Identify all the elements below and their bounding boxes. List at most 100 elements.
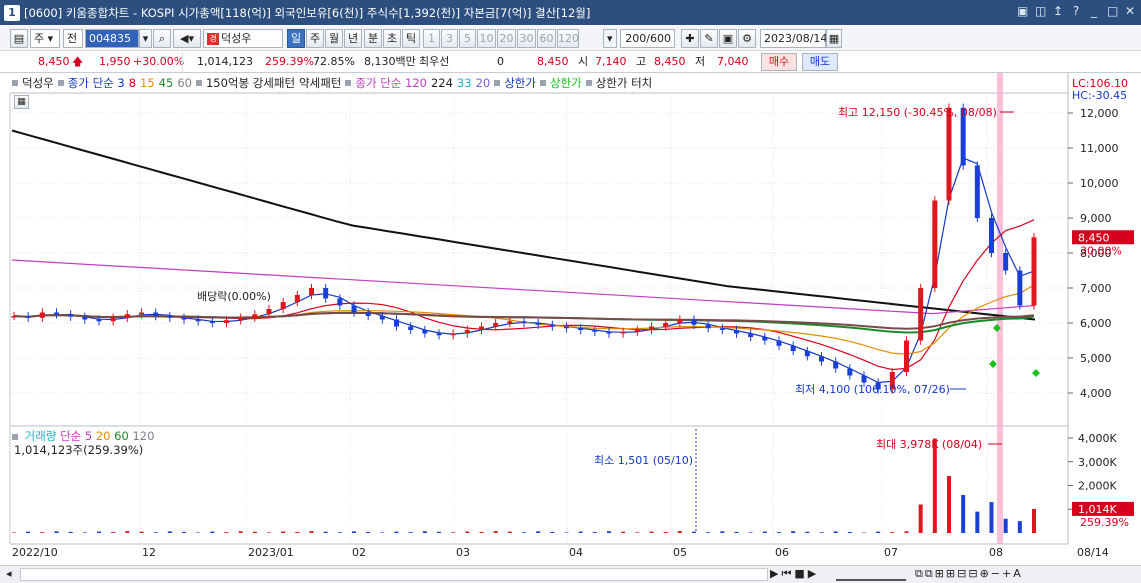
volume-bar [578, 531, 583, 533]
grid-toggle-icon[interactable]: ▦ [14, 95, 29, 109]
price-tick-label: 10,000 [1080, 177, 1119, 190]
interval-60-button[interactable]: 60 [537, 29, 556, 48]
legend-stock[interactable]: 덕성우 [22, 75, 54, 91]
legend-ma120[interactable]: 종가 단순 120 [355, 75, 427, 91]
volume-bar [748, 532, 753, 533]
chart-menu-icon[interactable]: ▤ [10, 29, 28, 48]
calendar-icon[interactable]: ▦ [826, 29, 842, 48]
legend-upper-limit[interactable]: 상한가 [504, 75, 536, 91]
period-minute-button[interactable]: 분 [364, 29, 382, 48]
volume-bar [352, 531, 356, 533]
link-icon[interactable]: ▣ [1017, 4, 1028, 18]
gear-icon[interactable]: ⚙ [738, 29, 756, 48]
market-type-value: 주 [34, 32, 45, 45]
volume-bar [592, 532, 597, 533]
data-count-field[interactable]: 200/600 [620, 29, 675, 48]
scroll-bar[interactable]: ◂ ▶⏮■▶ ⧉⧉⊞⊞⊟⊟⊕−+A [0, 565, 1141, 583]
period-week-button[interactable]: 주 [306, 29, 324, 48]
interval-5-button[interactable]: 5 [459, 29, 476, 48]
interval-20-button[interactable]: 20 [497, 29, 516, 48]
legend-150[interactable]: 150억봉 강세패턴 [206, 75, 295, 91]
legend-ma-8[interactable]: 8 [129, 76, 136, 90]
scroll-track[interactable] [20, 568, 768, 581]
volume-bar [847, 531, 852, 533]
search-icon[interactable]: ⌕ [153, 29, 171, 48]
interval-3-button[interactable]: 3 [441, 29, 458, 48]
legend-marker [57, 80, 64, 86]
sound-icon[interactable]: ◀▾ [173, 29, 201, 48]
tile-icon[interactable]: ◫ [1035, 4, 1046, 18]
legend-upper-limit-2[interactable]: 상한가 [550, 75, 582, 91]
price-tick-label: 6,000 [1080, 317, 1112, 330]
up-arrow-icon: 🡅 [72, 55, 84, 68]
interval-30-button[interactable]: 30 [517, 29, 536, 48]
maximize-icon[interactable]: □ [1107, 4, 1118, 18]
volume-bar [918, 504, 923, 533]
legend-ma[interactable]: 종가 단순 3 [68, 75, 125, 91]
stock-code-input[interactable]: 004835 [85, 29, 139, 48]
volume-ma-label[interactable]: 단순 5 [60, 429, 92, 443]
chart-canvas[interactable]: 12,00011,00010,0009,0008,0007,0006,0005,… [0, 73, 1141, 565]
candle-body [634, 330, 640, 332]
date-input[interactable]: 2023/08/14 [760, 29, 827, 48]
candle-body [819, 356, 824, 362]
period-second-button[interactable]: 초 [383, 29, 401, 48]
interval-10-button[interactable]: 10 [477, 29, 496, 48]
candle-body [918, 288, 924, 341]
volume-bar [26, 531, 31, 533]
volume-ma-20[interactable]: 20 [96, 429, 111, 443]
view-tools-icon[interactable]: ⧉⧉⊞⊞⊟⊟⊕−+A [915, 567, 1023, 581]
legend-upper-touch[interactable]: 상한가 터치 [596, 75, 653, 91]
buy-button[interactable]: 매수 [761, 53, 797, 71]
volume-bar [422, 531, 427, 533]
candle-body [649, 326, 654, 330]
crosshair-icon[interactable]: ✚ [681, 29, 699, 48]
legend-ma-45[interactable]: 45 [159, 76, 174, 90]
market-scope-select[interactable]: 전 [63, 29, 83, 48]
candle-body [847, 368, 853, 376]
volume-bar [267, 532, 271, 533]
period-year-button[interactable]: 년 [344, 29, 362, 48]
volume-ma-120[interactable]: 120 [132, 429, 154, 443]
close-icon[interactable]: ✕ [1125, 4, 1135, 18]
legend-33[interactable]: 33 [457, 76, 472, 90]
interval-1-button[interactable]: 1 [423, 29, 440, 48]
candle-body [861, 375, 867, 383]
save-icon[interactable]: ▣ [719, 29, 737, 48]
high-price: 8,450 [654, 55, 686, 68]
pin-icon[interactable]: ↥ [1053, 4, 1063, 18]
help-icon[interactable]: ? [1071, 4, 1081, 18]
market-type-select[interactable]: 주 ▾ [30, 29, 60, 48]
sell-button[interactable]: 매도 [802, 53, 838, 71]
playback-controls-icon[interactable]: ▶⏮■▶ [770, 567, 819, 581]
period-month-button[interactable]: 월 [325, 29, 343, 48]
volume-bar [323, 531, 328, 533]
volume-bar [890, 532, 895, 533]
scroll-left-icon[interactable]: ◂ [6, 567, 12, 580]
trade-amount: 8,130백만 [364, 55, 416, 68]
interval-120-button[interactable]: 120 [557, 29, 579, 48]
stock-name-field: 경 덕성우 [203, 29, 283, 48]
interval-dropdown-icon[interactable]: ▾ [603, 29, 617, 48]
legend-20[interactable]: 20 [476, 76, 491, 90]
minimize-icon[interactable]: _ [1089, 4, 1099, 18]
app-number-badge[interactable]: 1 [4, 4, 20, 21]
zoom-slider[interactable] [836, 568, 906, 581]
chart-area[interactable]: 12,000 11,000 10,000 9,000 8,000 7,000 6,000 5,… [0, 73, 1141, 583]
candle-body [323, 288, 329, 299]
volume-tick-label: 2,000K [1078, 480, 1117, 493]
legend-ma-60[interactable]: 60 [177, 76, 192, 90]
legend-weak[interactable]: 약세패턴 [299, 75, 341, 91]
legend-marker [195, 80, 202, 86]
code-dropdown-icon[interactable]: ▾ [139, 29, 152, 48]
volume-bar [677, 531, 682, 533]
candle-body [266, 309, 272, 315]
period-tick-button[interactable]: 틱 [402, 29, 420, 48]
period-day-button[interactable]: 일 [287, 29, 305, 48]
draw-tool-icon[interactable]: ✎ [700, 29, 718, 48]
legend-ma-15[interactable]: 15 [140, 76, 155, 90]
legend-224[interactable]: 224 [431, 76, 453, 90]
volume-label[interactable]: 거래량 [25, 429, 57, 443]
candle-body [606, 331, 612, 334]
volume-ma-60[interactable]: 60 [114, 429, 129, 443]
